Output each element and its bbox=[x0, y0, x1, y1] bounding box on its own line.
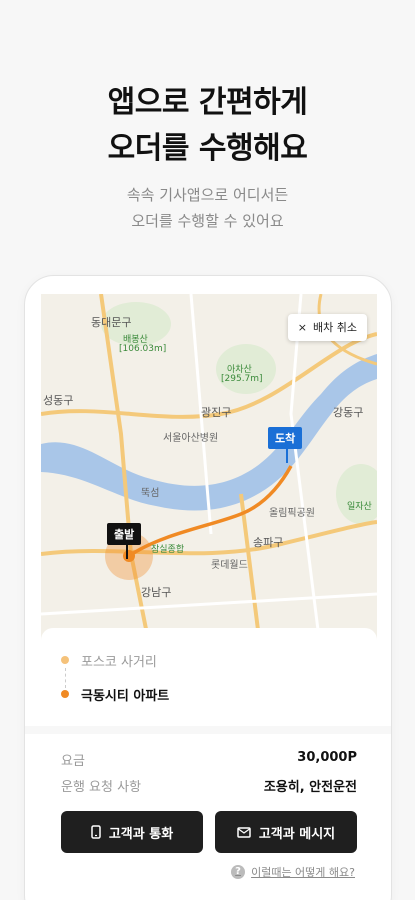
request-value: 조용히, 안전운전 bbox=[263, 780, 357, 795]
cancel-dispatch-button[interactable]: × 배차 취소 bbox=[287, 314, 367, 341]
request-row: 운행 요청 사항 조용히, 안전운전 bbox=[61, 776, 357, 795]
help-link-label: 이럴때는 어떻게 해요? bbox=[251, 866, 355, 879]
call-customer-button[interactable]: 고객과 통화 bbox=[61, 811, 203, 853]
map-label-seoul-hospital: 서울아산병원 bbox=[163, 433, 219, 444]
map-label-seongdong: 성동구 bbox=[43, 394, 74, 407]
map-label-lotteworld: 롯데월드 bbox=[211, 560, 248, 571]
route-destination-label: 극동시티 아파트 bbox=[81, 688, 170, 704]
map-label-baebongsan-height: [106.03m] bbox=[119, 344, 167, 354]
arrival-pin[interactable]: 도착 bbox=[268, 427, 303, 463]
headline-line-1: 앱으로 간편하게 bbox=[107, 85, 308, 120]
map-label-gwangjin: 광진구 bbox=[201, 406, 232, 419]
close-icon: × bbox=[297, 321, 308, 334]
route-destination: 극동시티 아파트 bbox=[61, 680, 357, 708]
subtitle: 속속 기사앱으로 어디서든 오더를 수행할 수 있어요 bbox=[0, 182, 415, 234]
destination-dot-icon bbox=[61, 690, 69, 698]
call-customer-label: 고객과 통화 bbox=[108, 826, 174, 842]
cancel-dispatch-label: 배차 취소 bbox=[313, 321, 357, 334]
message-customer-label: 고객과 메시지 bbox=[258, 826, 336, 842]
map-label-achasan-height: [295.7m] bbox=[221, 374, 263, 384]
subtitle-line-2: 오더를 수행할 수 있어요 bbox=[131, 212, 284, 230]
route-summary: 포스코 사거리 극동시티 아파트 bbox=[41, 628, 377, 728]
route-connector bbox=[65, 668, 66, 688]
map-label-olympic: 올림픽공원 bbox=[269, 508, 315, 519]
phone-icon bbox=[91, 825, 101, 839]
headline-line-2: 오더를 수행해요 bbox=[107, 131, 308, 166]
fare-value: 30,000P bbox=[297, 750, 357, 765]
map-label-songpa: 송파구 bbox=[253, 536, 284, 549]
map-view[interactable]: 동대문구 배봉산 [106.03m] 아차산 [295.7m] 성동구 광진구 … bbox=[41, 294, 377, 654]
map-label-gangnam: 강남구 bbox=[141, 586, 172, 599]
fare-label: 요금 bbox=[61, 754, 85, 769]
map-label-gangdong: 강동구 bbox=[333, 406, 364, 419]
question-icon: ? bbox=[231, 865, 246, 879]
fare-row: 요금 30,000P bbox=[61, 750, 357, 769]
map-label-ttukseom: 뚝섬 bbox=[141, 488, 160, 499]
route-origin: 포스코 사거리 bbox=[61, 646, 357, 674]
map-graphic bbox=[41, 294, 377, 654]
departure-pin[interactable]: 출발 bbox=[107, 523, 142, 559]
map-label-ilja: 일자산 bbox=[347, 502, 372, 512]
section-divider bbox=[25, 726, 391, 734]
message-customer-button[interactable]: 고객과 메시지 bbox=[215, 811, 357, 853]
map-label-dongdaemun: 동대문구 bbox=[91, 316, 132, 329]
help-link[interactable]: ? 이럴때는 어떻게 해요? bbox=[231, 864, 355, 880]
headline: 앱으로 간편하게 오더를 수행해요 bbox=[0, 80, 415, 172]
map-label-jamsil: 잠실종합 bbox=[151, 545, 185, 555]
subtitle-line-1: 속속 기사앱으로 어디서든 bbox=[126, 186, 289, 204]
route-origin-label: 포스코 사거리 bbox=[81, 654, 157, 670]
request-label: 운행 요청 사항 bbox=[61, 780, 142, 795]
phone-mockup: 동대문구 배봉산 [106.03m] 아차산 [295.7m] 성동구 광진구 … bbox=[24, 275, 392, 900]
origin-dot-icon bbox=[61, 656, 69, 664]
mail-icon bbox=[237, 826, 251, 838]
